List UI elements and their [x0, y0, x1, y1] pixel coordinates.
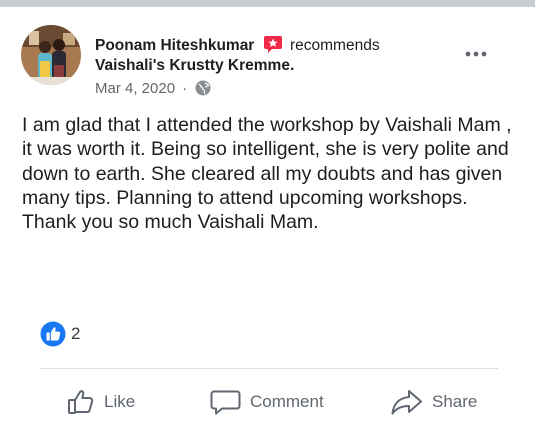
- post-date[interactable]: Mar 4, 2020: [95, 80, 175, 97]
- post-actions-bar: Like Comment Share: [0, 380, 535, 424]
- comment-button[interactable]: Comment: [210, 386, 324, 418]
- like-label: Like: [104, 392, 136, 411]
- post-meta: Mar 4, 2020 ·: [95, 79, 211, 102]
- like-icon: [68, 390, 94, 414]
- author-name[interactable]: Poonam Hiteshkumar: [95, 37, 254, 54]
- top-divider-bar: [0, 0, 535, 7]
- reaction-count: 2: [71, 324, 81, 343]
- avatar[interactable]: [21, 25, 81, 85]
- share-button[interactable]: Share: [390, 386, 477, 418]
- post-paragraph: Thank you so much Vaishali Mam.: [22, 211, 319, 234]
- comment-icon: [210, 390, 241, 415]
- share-label: Share: [432, 392, 478, 411]
- like-button[interactable]: Like: [66, 386, 135, 418]
- share-icon: [391, 390, 422, 415]
- post-body: I am glad that I attended the workshop b…: [22, 113, 522, 234]
- reactions-summary[interactable]: 2: [40, 321, 80, 347]
- comment-label: Comment: [250, 392, 324, 411]
- meta-separator: ·: [182, 80, 188, 97]
- more-dots-icon: [465, 51, 487, 57]
- actions-divider: [40, 368, 498, 369]
- like-reaction-icon: [40, 321, 66, 347]
- post-paragraph: I am glad that I attended the workshop b…: [22, 114, 512, 209]
- page-name-link[interactable]: Vaishali's Krustty Kremme.: [95, 56, 294, 76]
- globe-icon[interactable]: [195, 80, 211, 102]
- more-options-button[interactable]: [460, 44, 492, 64]
- recommends-text: recommends: [289, 37, 380, 54]
